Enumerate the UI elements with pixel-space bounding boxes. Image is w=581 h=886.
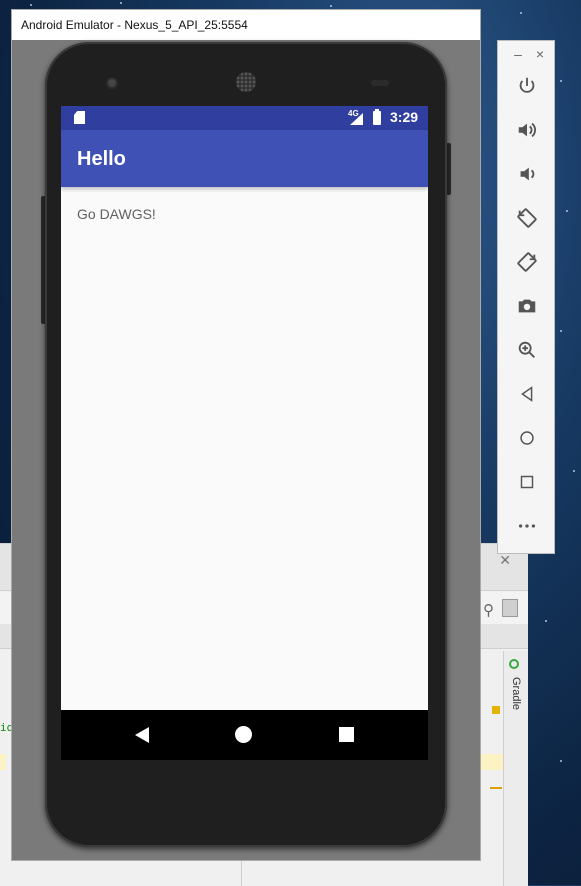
more-icon: [518, 524, 536, 528]
status-bar: 4G 3:29: [61, 106, 428, 130]
phone-frame: 4G 3:29 Hello Go DAWGS!: [45, 42, 447, 847]
volume-up-icon: [518, 122, 536, 138]
power-icon: [519, 77, 535, 93]
emulator-window: Android Emulator - Nexus_5_API_25:5554 4…: [12, 10, 480, 860]
warning-marker[interactable]: [492, 706, 500, 714]
power-button[interactable]: [511, 70, 543, 102]
status-clock: 3:29: [390, 109, 419, 125]
navigation-bar: [61, 710, 428, 760]
volume-down-icon: [520, 167, 535, 181]
gradle-tab[interactable]: Gradle: [506, 677, 522, 737]
toolbar-close-button[interactable]: ×: [532, 47, 548, 61]
gradle-icon[interactable]: [509, 659, 519, 669]
back-icon: [521, 386, 533, 402]
device-screen[interactable]: 4G 3:29 Hello Go DAWGS!: [61, 106, 428, 760]
camera-icon: [518, 299, 536, 313]
editor-highlight-line-right: [481, 754, 503, 770]
content-text: Go DAWGS!: [77, 206, 156, 222]
network-type-label: 4G: [348, 109, 359, 118]
user-icon[interactable]: [502, 599, 518, 617]
earpiece-speaker: [236, 72, 256, 92]
scroll-marker: [490, 787, 502, 789]
zoom-button[interactable]: [511, 334, 543, 366]
proximity-sensor: [371, 80, 389, 86]
nav-recents-icon[interactable]: [339, 727, 354, 742]
volume-down-button[interactable]: [511, 158, 543, 190]
back-button[interactable]: [511, 378, 543, 410]
screenshot-button[interactable]: [511, 290, 543, 322]
sd-card-icon: [74, 111, 85, 124]
emulator-toolbar: – ×: [497, 40, 555, 554]
nav-home-icon[interactable]: [235, 726, 252, 743]
front-camera: [108, 79, 116, 87]
battery-icon: [373, 109, 381, 125]
editor-highlight-line: [0, 754, 6, 770]
zoom-icon: [518, 341, 535, 358]
volume-up-button[interactable]: [511, 114, 543, 146]
home-button[interactable]: [511, 422, 543, 454]
app-bar: Hello: [61, 130, 428, 187]
rotate-right-button[interactable]: [511, 246, 543, 278]
rotate-left-button[interactable]: [511, 202, 543, 234]
toolbar-minimize-button[interactable]: –: [510, 47, 526, 61]
more-button[interactable]: [511, 510, 543, 542]
emulator-title-bar[interactable]: Android Emulator - Nexus_5_API_25:5554: [12, 10, 480, 40]
studio-close-icon[interactable]: ✕: [499, 552, 511, 569]
overview-icon: [520, 475, 534, 489]
search-icon[interactable]: ⚲: [483, 601, 494, 619]
app-title: Hello: [77, 148, 126, 170]
nav-back-icon[interactable]: [135, 727, 149, 743]
rotate-left-icon: [517, 208, 537, 228]
emulator-window-title: Android Emulator - Nexus_5_API_25:5554: [21, 18, 248, 32]
home-icon: [520, 431, 534, 445]
rotate-right-icon: [517, 252, 537, 272]
overview-button[interactable]: [511, 466, 543, 498]
